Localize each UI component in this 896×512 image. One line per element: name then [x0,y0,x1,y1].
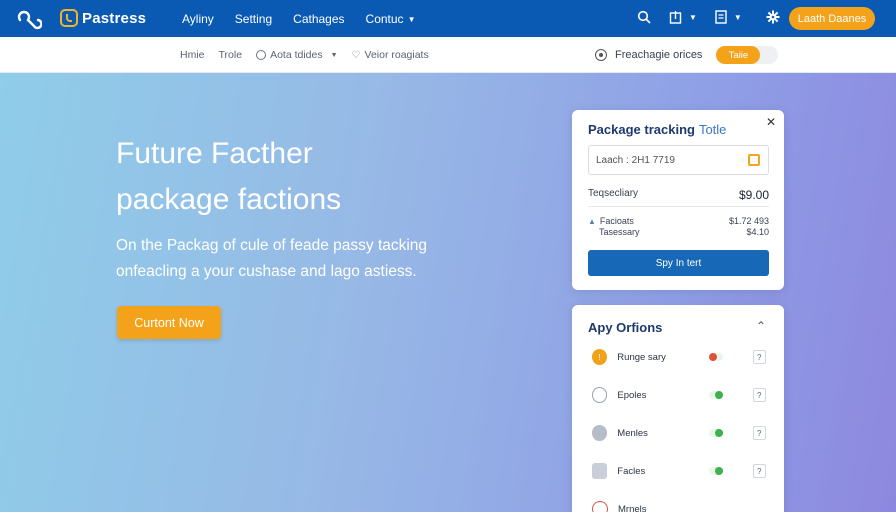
chevron-down-icon: ▼ [407,15,416,24]
track-submit-button[interactable]: Spy In tert [588,250,769,276]
subnav-link-label: Hmie [180,49,205,61]
top-navbar: Pastress Ayliny Setting Cathages Contuc ▼… [0,0,896,37]
hero-cta-button[interactable]: Curtont Now [117,306,221,339]
row-value: $9.00 [738,188,769,202]
option-icon [592,463,608,479]
nav-icons: ▼ ▼ [637,10,780,24]
hero-subtitle-line: onfeacling a your cushase and lago astie… [116,263,417,280]
subnav-link-label: Aota tdides [270,49,323,61]
option-row[interactable]: Mrnels [592,499,766,512]
heart-icon: ♡ [351,49,361,61]
hero-title: Future Facther package factions [116,131,446,223]
brand-name: Pastress [82,9,147,27]
package-menu[interactable]: ▼ [669,10,697,24]
subnav-link-trole[interactable]: Trole [219,49,243,61]
close-icon[interactable]: ✕ [766,115,776,129]
pricing-label: Freachagie orices [615,49,703,61]
subnav-link-projects[interactable]: ♡ Veior roagiats [352,49,429,61]
option-label: Facles [617,465,646,477]
nav-links: Ayliny Setting Cathages Contuc ▼ [182,12,415,26]
option-info-icon[interactable]: ? [752,426,766,440]
circle-icon [256,50,267,60]
package-tracking-card: Package tracking Totle ✕ Laach : 2H1 7719… [572,110,784,290]
option-row[interactable]: Facles ? [592,461,766,481]
option-icon [592,425,608,441]
pricing-icon [595,49,607,61]
row-label: Tasessary [599,227,640,237]
tracking-title: Package tracking Totle [588,122,726,137]
option-toggle[interactable] [709,429,724,437]
summary-row: Teqsecliary $9.00 [588,188,769,202]
row-value: $1.72 493 [728,216,769,226]
subnav-link-articles[interactable]: Aota tdides ▼ [256,49,338,61]
option-row[interactable]: Menles ? [592,423,766,443]
option-label: Epoles [617,389,647,401]
subnav-link-label: Trole [218,49,243,61]
package-icon [669,11,682,24]
nav-link-ayliny[interactable]: Ayliny [182,12,214,26]
hero-subtitle-line: On the Packag of cule of feade passy tac… [116,237,428,254]
option-icon [592,387,608,403]
row-value: $4.10 [746,227,769,237]
document-icon [715,10,727,24]
hero-title-line: Future Facther [116,137,313,170]
brand-badge-icon [60,9,78,27]
options-title: Apy Orfions [588,320,663,335]
subnav-link-home[interactable]: Hmie [180,49,205,61]
pricing-toggle[interactable]: Taiie [716,46,779,64]
option-info-icon[interactable]: ? [752,388,766,402]
detail-row: ▲ Facioats $1.72 493 [588,216,769,226]
option-toggle[interactable] [709,467,724,475]
tracking-input-value: Laach : 2H1 7719 [596,154,675,166]
hero-title-line: package factions [116,183,342,216]
search-icon[interactable] [637,10,651,24]
chevron-down-icon: ▼ [689,12,697,22]
chevron-down-icon: ▼ [733,12,742,22]
option-info-icon[interactable]: ? [752,350,766,364]
option-icon [592,501,608,512]
chevron-up-icon[interactable]: ⌃ [756,319,766,333]
option-toggle[interactable] [709,353,723,361]
breadcrumb: Hmie Trole Aota tdides ▼ ♡ Veior roagiat… [180,49,429,61]
sub-navbar: Hmie Trole Aota tdides ▼ ♡ Veior roagiat… [0,37,896,73]
row-label: Facioats [599,216,634,226]
subnav-link-label: Veior roagiats [364,49,429,61]
options-card: Apy Orfions ⌃ ! Runge sary ? Epoles ? Me… [572,305,784,512]
option-label: Runge sary [617,351,666,363]
nav-link-label: Setting [234,12,273,26]
drop-icon: ▲ [588,217,596,226]
tracking-number-input[interactable]: Laach : 2H1 7719 [588,145,769,175]
hero-subtitle: On the Packag of cule of feade passy tac… [116,233,456,285]
option-label: Mrnels [618,503,647,512]
option-toggle[interactable] [709,391,724,399]
document-menu[interactable]: ▼ [715,10,742,24]
chevron-down-icon: ▼ [330,51,338,59]
nav-link-label: Cathages [293,12,345,26]
nav-link-label: Ayliny [182,12,214,26]
nav-link-cathages[interactable]: Cathages [293,12,344,26]
nav-link-contuc[interactable]: Contuc ▼ [366,12,416,26]
option-icon: ! [592,349,608,365]
divider [588,206,769,207]
top-cta-button[interactable]: Laath Daanes [789,7,875,30]
gear-icon[interactable] [766,10,780,24]
logo-icon[interactable] [16,8,42,30]
tracking-title-suffix: Totle [698,122,727,137]
detail-row: Tasessary $4.10 [588,227,769,237]
option-row[interactable]: ! Runge sary ? [592,347,766,367]
option-label: Menles [617,427,648,439]
pricing-toggle-group: Freachagie orices Taiie [595,46,779,64]
tracking-title-text: Package tracking [588,122,695,137]
brand[interactable]: Pastress [60,9,146,27]
toggle-label: Taiie [716,46,761,64]
nav-link-label: Contuc [365,12,404,26]
box-icon [748,154,760,166]
option-info-icon[interactable]: ? [752,464,766,478]
nav-link-setting[interactable]: Setting [235,12,272,26]
row-label: Teqsecliary [588,188,639,199]
option-row[interactable]: Epoles ? [592,385,766,405]
